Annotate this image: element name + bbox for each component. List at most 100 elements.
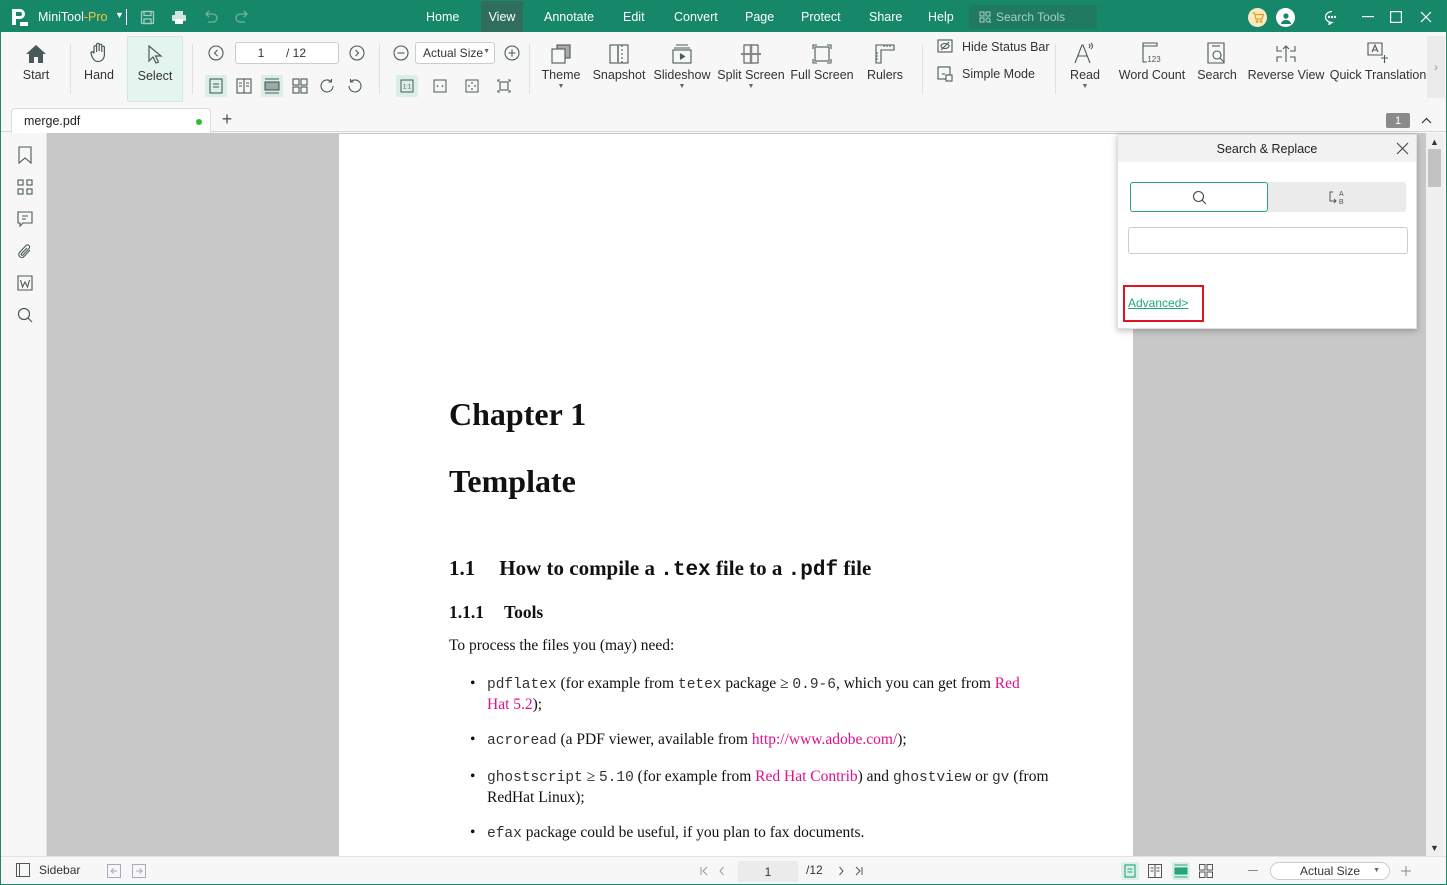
page-badge: 1 [1386, 113, 1410, 128]
replace-mode-tab[interactable]: AB [1268, 182, 1406, 212]
search-mode-toggle: AB [1130, 182, 1406, 212]
title-bar: MiniTool-Pro ▼ Home View Annotate Edit C… [1, 1, 1446, 32]
zoom-out-icon[interactable] [1244, 862, 1262, 880]
menu-edit[interactable]: Edit [615, 1, 653, 32]
two-page-view-icon[interactable] [1146, 862, 1164, 880]
rulers-button[interactable]: Rulers [867, 36, 903, 102]
bookmark-icon[interactable] [14, 144, 36, 166]
rotate-clockwise-icon[interactable] [316, 75, 338, 97]
prev-page-icon[interactable] [205, 42, 227, 64]
first-page-icon[interactable] [695, 862, 713, 880]
two-page-view-icon[interactable] [233, 75, 255, 97]
app-name: MiniTool-Pro [38, 10, 108, 24]
split-screen-button[interactable]: Split Screen ▼ [717, 36, 785, 102]
divider [192, 44, 193, 94]
fit-page-icon[interactable] [461, 75, 483, 97]
save-icon[interactable] [138, 8, 156, 26]
app-menu-caret-icon[interactable]: ▼ [115, 10, 124, 20]
last-page-icon[interactable] [850, 862, 868, 880]
zoom-in-icon[interactable] [1397, 862, 1415, 880]
search-icon[interactable] [14, 304, 36, 326]
document-tab[interactable]: merge.pdf [11, 108, 211, 133]
status-zoom-select[interactable]: Actual Size ▼ [1270, 862, 1390, 880]
account-icon[interactable] [1276, 8, 1295, 27]
snapshot-button[interactable]: Snapshot [593, 36, 645, 102]
scroll-down-icon[interactable]: ▼ [1430, 843, 1439, 853]
svg-text:A: A [1339, 191, 1344, 198]
menu-view[interactable]: View [481, 1, 523, 32]
quick-translation-button[interactable]: Quick Translation [1330, 36, 1426, 102]
two-page-continuous-icon[interactable] [289, 75, 311, 97]
comments-icon[interactable] [14, 208, 36, 230]
link-red-hat-contrib[interactable]: Red Hat Contrib [755, 768, 857, 785]
reverse-view-icon [1276, 36, 1296, 68]
menu-share[interactable]: Share [861, 1, 910, 32]
start-button[interactable]: Start [15, 36, 57, 102]
menu-annotate[interactable]: Annotate [536, 1, 602, 32]
word-count-button[interactable]: 123 Word Count [1117, 36, 1187, 102]
zoom-in-icon[interactable] [501, 42, 523, 64]
single-page-view-icon[interactable] [1121, 862, 1139, 880]
minimize-icon[interactable] [1358, 7, 1378, 27]
menu-home[interactable]: Home [418, 1, 467, 32]
cart-icon[interactable] [1248, 8, 1267, 27]
search-button[interactable]: Search [1197, 36, 1237, 102]
next-page-icon[interactable] [346, 42, 368, 64]
simple-mode-button[interactable]: Simple Mode [937, 63, 1035, 85]
menu-protect[interactable]: Protect [793, 1, 849, 32]
status-page-input[interactable]: 1 [738, 861, 798, 882]
two-page-continuous-icon[interactable] [1197, 862, 1215, 880]
continuous-view-icon[interactable] [261, 75, 283, 97]
dropdown-caret-icon: ▼ [1373, 867, 1380, 874]
scrollbar-thumb[interactable] [1428, 149, 1441, 187]
back-icon[interactable] [105, 862, 123, 880]
attachment-icon[interactable] [14, 240, 36, 262]
rotate-counterclockwise-icon[interactable] [344, 75, 366, 97]
collapse-ribbon-icon[interactable] [1419, 113, 1433, 127]
ribbon-scroll-right-icon[interactable]: › [1427, 36, 1445, 98]
hand-tool-button[interactable]: Hand [79, 36, 119, 102]
dropdown-caret-icon: ▼ [678, 83, 686, 90]
page-number-input[interactable]: 1 / 12 [235, 42, 339, 64]
fit-visible-icon[interactable] [493, 75, 515, 97]
menu-page[interactable]: Page [737, 1, 782, 32]
maximize-icon[interactable] [1386, 7, 1406, 27]
theme-button[interactable]: Theme ▼ [539, 36, 583, 102]
search-text-input[interactable] [1128, 227, 1408, 254]
panel-header: Search & Replace [1118, 135, 1416, 162]
hide-status-bar-button[interactable]: Hide Status Bar [937, 36, 1050, 58]
scroll-up-icon[interactable]: ▲ [1430, 137, 1439, 147]
fit-width-icon[interactable] [429, 75, 451, 97]
forward-icon[interactable] [130, 862, 148, 880]
print-icon[interactable] [170, 8, 188, 26]
read-aloud-button[interactable]: Read ▼ [1067, 36, 1103, 102]
full-screen-button[interactable]: Full Screen [790, 36, 854, 102]
vertical-scrollbar[interactable]: ▲ ▼ [1426, 133, 1444, 856]
link-adobe[interactable]: http://www.adobe.com/ [752, 731, 897, 748]
thumbnails-icon[interactable] [14, 176, 36, 198]
zoom-level-select[interactable]: Actual Size ▼ [415, 42, 495, 64]
close-icon[interactable] [1416, 7, 1436, 27]
single-page-view-icon[interactable] [205, 75, 227, 97]
undo-icon[interactable] [202, 8, 220, 26]
slideshow-button[interactable]: Slideshow ▼ [654, 36, 711, 102]
word-export-icon[interactable] [14, 272, 36, 294]
feedback-icon[interactable] [1322, 7, 1342, 27]
divider [922, 44, 923, 94]
search-tools-input[interactable]: Search Tools [969, 5, 1097, 29]
toggle-sidebar-button[interactable]: Sidebar [16, 863, 80, 877]
continuous-view-icon[interactable] [1172, 862, 1190, 880]
actual-size-icon[interactable]: 1:1 [396, 75, 418, 97]
prev-page-icon[interactable] [713, 862, 731, 880]
next-page-icon[interactable] [832, 862, 850, 880]
add-tab-icon[interactable]: + [219, 109, 235, 129]
search-mode-tab[interactable] [1130, 182, 1268, 212]
panel-close-icon[interactable] [1394, 140, 1410, 156]
zoom-out-icon[interactable] [390, 42, 412, 64]
reverse-view-button[interactable]: Reverse View [1248, 36, 1324, 102]
advanced-search-link[interactable]: Advanced> [1128, 296, 1188, 310]
menu-help[interactable]: Help [920, 1, 962, 32]
menu-convert[interactable]: Convert [666, 1, 726, 32]
redo-icon[interactable] [233, 8, 251, 26]
select-tool-button[interactable]: Select [127, 36, 183, 102]
